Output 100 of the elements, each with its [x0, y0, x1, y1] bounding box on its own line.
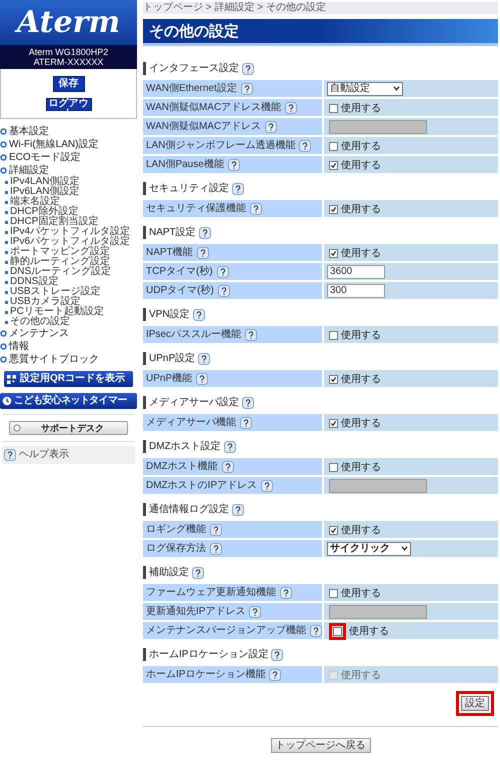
back-button[interactable]: トップページへ戻る [270, 738, 370, 753]
bullet-icon [5, 200, 8, 204]
dropdown[interactable]: サイクリック [327, 542, 411, 556]
submenu-link[interactable]: USBカメラ設定 [10, 297, 81, 307]
section-title: 補助設定 [149, 568, 189, 578]
submenu-link[interactable]: IPv6パケットフィルタ設定 [10, 237, 130, 247]
setting-label: ホームIPロケーション機能 [146, 670, 266, 680]
help-icon [240, 82, 253, 94]
caret-icon [401, 546, 408, 551]
help-icon [218, 284, 230, 296]
qr-code-button[interactable]: 設定用QRコードを表示 [4, 371, 133, 387]
checkbox[interactable] [329, 331, 338, 340]
checkbox[interactable] [329, 161, 338, 170]
setting-label: DMZホスト機能 [146, 462, 218, 472]
help-icon [261, 480, 274, 492]
help-icon [232, 504, 244, 516]
section-marker [143, 308, 146, 321]
check-icon [330, 527, 337, 534]
bullet-icon [5, 270, 8, 274]
bullet-icon [5, 250, 8, 254]
bullet-icon [0, 343, 7, 350]
section-title: DMZホスト設定 [149, 442, 221, 452]
bullet-icon [5, 180, 8, 184]
setting-label: ログ保存方法 [146, 544, 206, 554]
section-marker [143, 503, 146, 516]
help-icon [198, 226, 211, 238]
menu-link[interactable]: メンテナンス [9, 328, 69, 340]
check-icon [330, 420, 337, 427]
dropdown[interactable]: 自動設定 [327, 82, 403, 96]
device-name: ATERM-XXXXXX [34, 57, 104, 67]
help-icon [249, 606, 262, 618]
submenu-link[interactable]: IPv4パケットフィルタ設定 [10, 227, 130, 237]
bullet-icon [5, 260, 8, 264]
setting-label: DMZホストのIPアドレス [146, 480, 258, 490]
submenu-link[interactable]: その他の設定 [10, 317, 70, 327]
submenu-link[interactable]: 静的ルーティング設定 [10, 257, 110, 267]
checkbox-label: 使用する [349, 626, 389, 636]
checkbox[interactable] [329, 142, 338, 151]
timer-button[interactable]: こども安心ネットタイマー [0, 393, 137, 409]
menu-link[interactable]: ECOモード設定 [9, 152, 81, 164]
help-icon [232, 182, 244, 194]
menu-link[interactable]: 情報 [9, 340, 29, 352]
checkbox-label: 使用する [341, 248, 381, 258]
submenu-link[interactable]: DNSルーティング設定 [10, 267, 112, 277]
submit-button[interactable]: 設定 [461, 696, 489, 711]
submenu-link[interactable]: IPv6LAN側設定 [10, 187, 80, 197]
submenu-link[interactable]: ポートマッピング設定 [10, 247, 110, 257]
submenu-link[interactable]: 端末名設定 [10, 197, 60, 207]
menu-link[interactable]: 基本設定 [9, 126, 49, 138]
setting-label: セキュリティ保護機能 [146, 204, 246, 214]
help-icon [192, 566, 204, 578]
help-link[interactable]: ヘルプ表示 [19, 450, 69, 460]
submenu-link[interactable]: DHCP固定割当設定 [10, 217, 98, 227]
help-icon [299, 140, 312, 152]
checkbox[interactable] [329, 589, 338, 598]
setting-label: WAN側疑似MACアドレス [146, 122, 262, 132]
section-marker [143, 648, 146, 661]
check-icon [330, 162, 337, 169]
checkbox[interactable] [329, 419, 338, 428]
setting-label: 更新通知先IPアドレス [146, 606, 246, 616]
setting-label: WAN側疑似MACアドレス機能 [146, 102, 282, 112]
submenu-link[interactable]: PCリモート起動設定 [10, 307, 104, 317]
submenu-link[interactable]: DHCP除外設定 [10, 207, 78, 217]
check-icon [330, 250, 337, 257]
menu-link[interactable]: 詳細設定 [9, 164, 49, 176]
checkbox[interactable] [329, 463, 338, 472]
checkbox-label: 使用する [341, 526, 381, 536]
setting-label: UDPタイマ(秒) [146, 286, 214, 296]
logo: Aterm [16, 8, 120, 38]
submenu-link[interactable]: USBストレージ設定 [10, 287, 101, 297]
setting-label: UPnP機能 [146, 374, 192, 384]
support-desk-button[interactable]: サポートデスク [9, 421, 128, 435]
section-marker [143, 566, 146, 579]
checkbox[interactable] [329, 104, 338, 113]
help-icon [192, 308, 205, 320]
bullet-icon [0, 356, 7, 363]
checkbox[interactable] [333, 627, 342, 636]
help-icon [240, 416, 252, 428]
bullet-icon [5, 280, 8, 284]
section-title: 通信情報ログ設定 [149, 504, 229, 514]
checkbox[interactable] [329, 205, 338, 214]
input-field[interactable]: 300 [327, 284, 385, 298]
checkbox[interactable] [329, 375, 338, 384]
checkbox[interactable] [329, 249, 338, 258]
submenu-link[interactable]: DDNS設定 [10, 277, 58, 287]
section-marker [143, 62, 146, 75]
qr-code-icon [7, 374, 16, 384]
save-button[interactable]: 保存 [52, 76, 84, 92]
section-title: セキュリティ設定 [149, 184, 229, 194]
bullet-icon [0, 330, 7, 337]
menu-link[interactable]: 悪質サイトブロック [9, 354, 99, 366]
checkbox-label: 使用する [341, 374, 381, 384]
submenu-link[interactable]: IPv4LAN側設定 [10, 177, 80, 187]
input-field[interactable]: 3600 [327, 264, 385, 278]
help-icon [196, 372, 208, 384]
help-icon [245, 328, 258, 340]
menu-link[interactable]: Wi-Fi(無線LAN)設定 [9, 138, 98, 150]
checkbox[interactable] [329, 526, 338, 535]
section-title: ホームIPロケーション設定 [149, 650, 268, 660]
section-title: VPN設定 [149, 310, 190, 320]
